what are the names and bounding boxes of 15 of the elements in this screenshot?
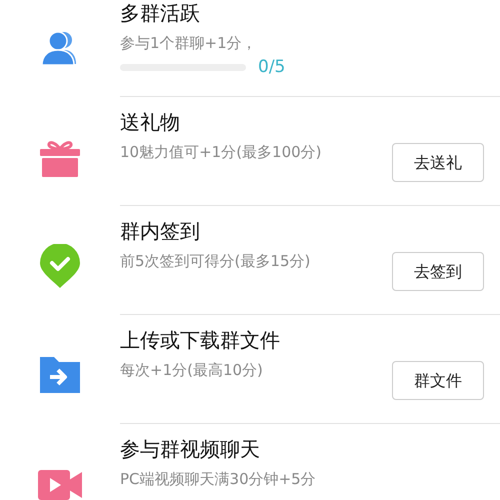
task-title: 群内签到 (120, 218, 200, 245)
task-button[interactable]: 去送礼 (392, 143, 484, 182)
task-description: 参与1个群聊+1分， (120, 33, 257, 54)
task-button[interactable]: 群文件 (392, 361, 484, 400)
task-title: 多群活跃 (120, 0, 200, 27)
task-title: 上传或下载群文件 (120, 327, 280, 354)
task-title: 送礼物 (120, 109, 180, 136)
task-button[interactable]: 去签到 (392, 252, 484, 291)
task-description: 前5次签到可得分(最多15分) (120, 251, 310, 272)
task-description: 10魅力值可+1分(最多100分) (120, 142, 322, 163)
task-description: 每次+1分(最高10分) (120, 360, 263, 381)
task-description: PC端视频聊天满30分钟+5分 (120, 469, 316, 490)
progress-count: 0/5 (258, 56, 286, 79)
task-title: 参与群视频聊天 (120, 436, 260, 463)
check-pin-icon (38, 244, 82, 288)
